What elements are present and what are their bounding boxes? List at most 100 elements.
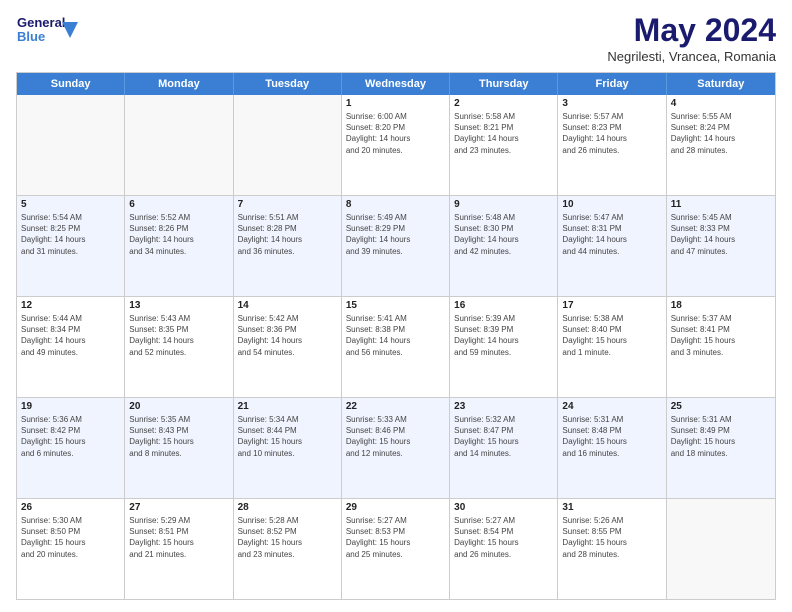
calendar-cell: [17, 95, 125, 195]
cell-date: 14: [238, 300, 337, 311]
calendar-row: 1Sunrise: 6:00 AM Sunset: 8:20 PM Daylig…: [17, 95, 775, 196]
cell-date: 28: [238, 502, 337, 513]
calendar-cell: [667, 499, 775, 599]
cell-info: Sunrise: 5:35 AM Sunset: 8:43 PM Dayligh…: [129, 414, 228, 459]
calendar-cell: 2 Sunrise: 5:58 AM Sunset: 8:21 PM Daylig…: [450, 95, 558, 195]
calendar-cell: 14 Sunrise: 5:42 AM Sunset: 8:36 PM Dayli…: [234, 297, 342, 397]
cell-date: 30: [454, 502, 553, 513]
cell-info: Sunrise: 5:38 AM Sunset: 8:40 PM Dayligh…: [562, 313, 661, 358]
cell-info: Sunrise: 5:51 AM Sunset: 8:28 PM Dayligh…: [238, 212, 337, 257]
cell-date: 3: [562, 98, 661, 109]
calendar-cell: 19 Sunrise: 5:36 AM Sunset: 8:42 PM Dayli…: [17, 398, 125, 498]
calendar: Sunday Monday Tuesday Wednesday Thursday…: [16, 72, 776, 600]
cell-date: 24: [562, 401, 661, 412]
cell-date: 6: [129, 199, 228, 210]
cell-info: Sunrise: 5:33 AM Sunset: 8:46 PM Dayligh…: [346, 414, 445, 459]
cell-info: Sunrise: 5:29 AM Sunset: 8:51 PM Dayligh…: [129, 515, 228, 560]
calendar-cell: [125, 95, 233, 195]
calendar-cell: [234, 95, 342, 195]
cell-date: 19: [21, 401, 120, 412]
calendar-header: Sunday Monday Tuesday Wednesday Thursday…: [17, 73, 775, 95]
cell-info: Sunrise: 5:32 AM Sunset: 8:47 PM Dayligh…: [454, 414, 553, 459]
cell-date: 4: [671, 98, 771, 109]
cell-date: 13: [129, 300, 228, 311]
calendar-cell: 25Sunrise: 5:31 AM Sunset: 8:49 PM Dayli…: [667, 398, 775, 498]
cell-info: Sunrise: 5:44 AM Sunset: 8:34 PM Dayligh…: [21, 313, 120, 358]
calendar-cell: 20Sunrise: 5:35 AM Sunset: 8:43 PM Dayli…: [125, 398, 233, 498]
logo-block: General Blue: [16, 12, 78, 53]
cell-info: Sunrise: 5:48 AM Sunset: 8:30 PM Dayligh…: [454, 212, 553, 257]
cell-info: Sunrise: 5:58 AM Sunset: 8:21 PM Dayligh…: [454, 111, 553, 156]
svg-text:Blue: Blue: [17, 29, 45, 44]
cell-date: 27: [129, 502, 228, 513]
cell-date: 23: [454, 401, 553, 412]
cell-date: 21: [238, 401, 337, 412]
cell-info: Sunrise: 5:30 AM Sunset: 8:50 PM Dayligh…: [21, 515, 120, 560]
calendar-body: 1Sunrise: 6:00 AM Sunset: 8:20 PM Daylig…: [17, 95, 775, 599]
svg-text:General: General: [17, 15, 65, 30]
header: General Blue May 2024 Negrilesti, Vrance…: [16, 12, 776, 64]
cell-date: 26: [21, 502, 120, 513]
cell-info: Sunrise: 5:27 AM Sunset: 8:54 PM Dayligh…: [454, 515, 553, 560]
cell-info: Sunrise: 5:36 AM Sunset: 8:42 PM Dayligh…: [21, 414, 120, 459]
cell-info: Sunrise: 5:39 AM Sunset: 8:39 PM Dayligh…: [454, 313, 553, 358]
cell-info: Sunrise: 5:34 AM Sunset: 8:44 PM Dayligh…: [238, 414, 337, 459]
cell-info: Sunrise: 5:41 AM Sunset: 8:38 PM Dayligh…: [346, 313, 445, 358]
day-sunday: Sunday: [17, 73, 125, 95]
cell-info: Sunrise: 5:57 AM Sunset: 8:23 PM Dayligh…: [562, 111, 661, 156]
cell-date: 18: [671, 300, 771, 311]
cell-date: 9: [454, 199, 553, 210]
cell-date: 5: [21, 199, 120, 210]
calendar-row: 19 Sunrise: 5:36 AM Sunset: 8:42 PM Dayli…: [17, 398, 775, 499]
cell-info: Sunrise: 5:54 AM Sunset: 8:25 PM Dayligh…: [21, 212, 120, 257]
calendar-cell: 16Sunrise: 5:39 AM Sunset: 8:39 PM Dayli…: [450, 297, 558, 397]
calendar-cell: 29Sunrise: 5:27 AM Sunset: 8:53 PM Dayli…: [342, 499, 450, 599]
cell-info: Sunrise: 5:52 AM Sunset: 8:26 PM Dayligh…: [129, 212, 228, 257]
day-friday: Friday: [558, 73, 666, 95]
cell-date: 31: [562, 502, 661, 513]
cell-date: 2: [454, 98, 553, 109]
calendar-cell: 30 Sunrise: 5:27 AM Sunset: 8:54 PM Dayli…: [450, 499, 558, 599]
calendar-cell: 5 Sunrise: 5:54 AM Sunset: 8:25 PM Daylig…: [17, 196, 125, 296]
cell-info: Sunrise: 5:43 AM Sunset: 8:35 PM Dayligh…: [129, 313, 228, 358]
cell-date: 22: [346, 401, 445, 412]
calendar-cell: 9 Sunrise: 5:48 AM Sunset: 8:30 PM Daylig…: [450, 196, 558, 296]
day-wednesday: Wednesday: [342, 73, 450, 95]
calendar-cell: 13 Sunrise: 5:43 AM Sunset: 8:35 PM Dayli…: [125, 297, 233, 397]
day-saturday: Saturday: [667, 73, 775, 95]
calendar-cell: 28Sunrise: 5:28 AM Sunset: 8:52 PM Dayli…: [234, 499, 342, 599]
calendar-cell: 12 Sunrise: 5:44 AM Sunset: 8:34 PM Dayli…: [17, 297, 125, 397]
calendar-cell: 24Sunrise: 5:31 AM Sunset: 8:48 PM Dayli…: [558, 398, 666, 498]
calendar-row: 12 Sunrise: 5:44 AM Sunset: 8:34 PM Dayli…: [17, 297, 775, 398]
day-thursday: Thursday: [450, 73, 558, 95]
cell-info: Sunrise: 6:00 AM Sunset: 8:20 PM Dayligh…: [346, 111, 445, 156]
calendar-cell: 27 Sunrise: 5:29 AM Sunset: 8:51 PM Dayli…: [125, 499, 233, 599]
calendar-cell: 11Sunrise: 5:45 AM Sunset: 8:33 PM Dayli…: [667, 196, 775, 296]
calendar-cell: 7 Sunrise: 5:51 AM Sunset: 8:28 PM Daylig…: [234, 196, 342, 296]
location-subtitle: Negrilesti, Vrancea, Romania: [607, 49, 776, 64]
month-title: May 2024: [607, 12, 776, 49]
calendar-cell: 18 Sunrise: 5:37 AM Sunset: 8:41 PM Dayli…: [667, 297, 775, 397]
logo-svg: General Blue: [16, 12, 78, 48]
calendar-cell: 22 Sunrise: 5:33 AM Sunset: 8:46 PM Dayli…: [342, 398, 450, 498]
calendar-row: 26 Sunrise: 5:30 AM Sunset: 8:50 PM Dayli…: [17, 499, 775, 599]
calendar-cell: 17Sunrise: 5:38 AM Sunset: 8:40 PM Dayli…: [558, 297, 666, 397]
calendar-cell: 31Sunrise: 5:26 AM Sunset: 8:55 PM Dayli…: [558, 499, 666, 599]
cell-info: Sunrise: 5:49 AM Sunset: 8:29 PM Dayligh…: [346, 212, 445, 257]
cell-date: 12: [21, 300, 120, 311]
cell-info: Sunrise: 5:27 AM Sunset: 8:53 PM Dayligh…: [346, 515, 445, 560]
calendar-cell: 6 Sunrise: 5:52 AM Sunset: 8:26 PM Daylig…: [125, 196, 233, 296]
calendar-cell: 3 Sunrise: 5:57 AM Sunset: 8:23 PM Daylig…: [558, 95, 666, 195]
cell-date: 7: [238, 199, 337, 210]
cell-date: 25: [671, 401, 771, 412]
calendar-cell: 4Sunrise: 5:55 AM Sunset: 8:24 PM Daylig…: [667, 95, 775, 195]
title-block: May 2024 Negrilesti, Vrancea, Romania: [607, 12, 776, 64]
cell-info: Sunrise: 5:45 AM Sunset: 8:33 PM Dayligh…: [671, 212, 771, 257]
calendar-cell: 15Sunrise: 5:41 AM Sunset: 8:38 PM Dayli…: [342, 297, 450, 397]
cell-info: Sunrise: 5:37 AM Sunset: 8:41 PM Dayligh…: [671, 313, 771, 358]
logo: General Blue: [16, 12, 78, 53]
cell-date: 10: [562, 199, 661, 210]
cell-info: Sunrise: 5:42 AM Sunset: 8:36 PM Dayligh…: [238, 313, 337, 358]
calendar-cell: 23 Sunrise: 5:32 AM Sunset: 8:47 PM Dayli…: [450, 398, 558, 498]
page: General Blue May 2024 Negrilesti, Vrance…: [0, 0, 792, 612]
